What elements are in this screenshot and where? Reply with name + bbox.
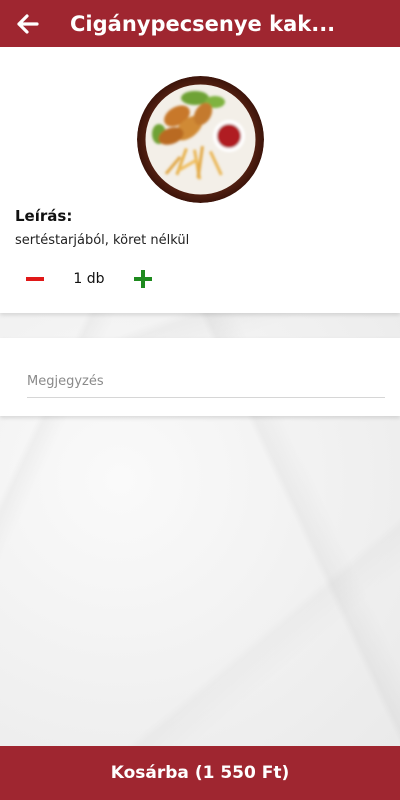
plus-icon — [134, 270, 152, 288]
note-card — [0, 338, 400, 416]
app-header: Cigánypecsenye kak... — [0, 0, 400, 47]
add-to-cart-button[interactable]: Kosárba (1 550 Ft) — [0, 746, 400, 800]
product-card: Leírás: sertéstarjából, köret nélkül 1 d… — [0, 47, 400, 313]
back-button[interactable] — [0, 0, 56, 47]
quantity-stepper: 1 db — [15, 265, 215, 293]
quantity-value: 1 db — [73, 271, 105, 287]
page-title: Cigánypecsenye kak... — [70, 11, 336, 36]
minus-icon — [26, 277, 44, 281]
arrow-left-icon — [17, 13, 39, 34]
food-plate-image — [137, 76, 264, 203]
description-text: sertéstarjából, köret nélkül — [15, 233, 190, 248]
note-input[interactable] — [27, 366, 385, 398]
description-label: Leírás: — [15, 207, 73, 225]
decrease-quantity-button[interactable] — [15, 265, 55, 293]
increase-quantity-button[interactable] — [123, 265, 163, 293]
